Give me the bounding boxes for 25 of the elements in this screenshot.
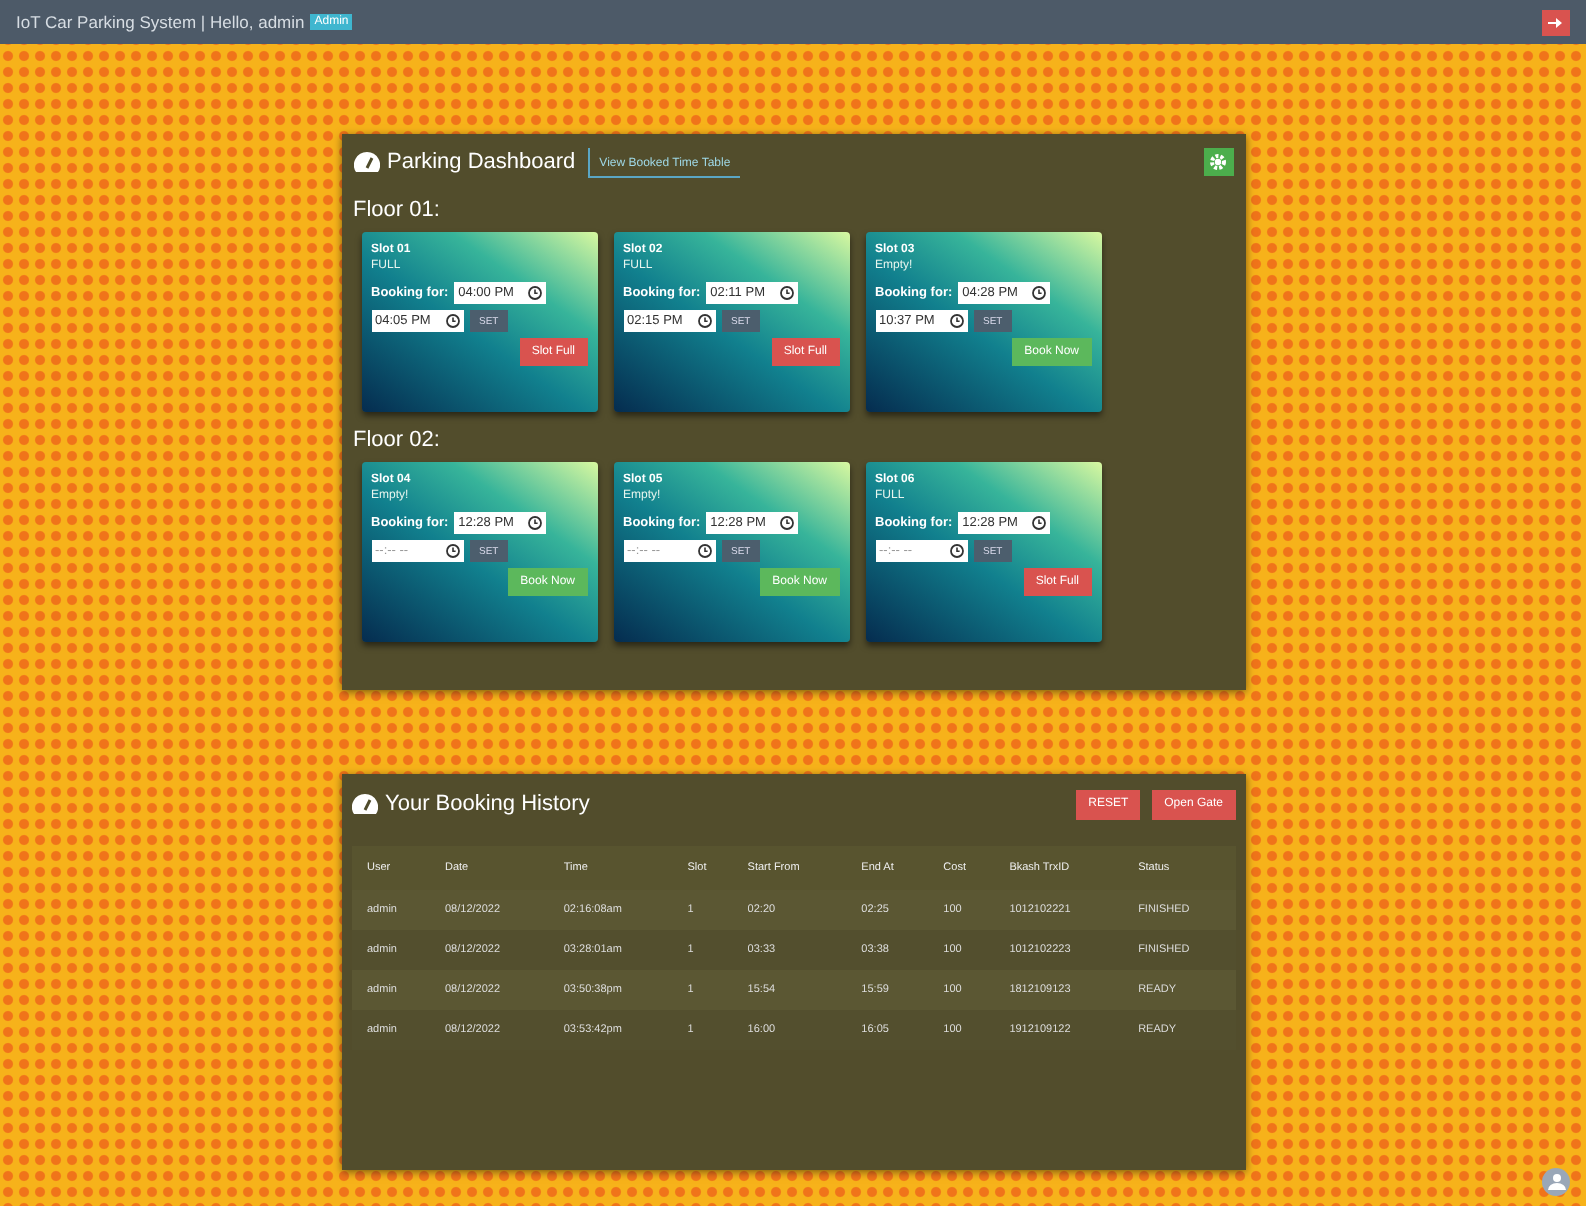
panel-title: Your Booking History: [385, 792, 590, 816]
clock-icon: [445, 314, 459, 328]
logout-button[interactable]: [1542, 9, 1570, 35]
clock-icon: [528, 286, 543, 300]
clock-icon: [780, 286, 795, 300]
user-icon: [1547, 1174, 1565, 1190]
settings-button[interactable]: [1203, 148, 1233, 176]
clock-icon: [949, 314, 963, 328]
floor-title: Floor 02:: [353, 428, 442, 452]
clock-icon: [949, 544, 963, 558]
clock-icon: [697, 544, 711, 558]
clock-icon: [528, 516, 543, 530]
clock-icon: [697, 314, 711, 328]
floor-title: Floor 01:: [353, 198, 442, 222]
app-title: IoT Car Parking System | Hello, admin: [16, 12, 305, 32]
sign-out-icon: [1548, 15, 1564, 29]
clock-icon: [1032, 516, 1047, 530]
clock-icon: [780, 516, 795, 530]
chat-button[interactable]: [1542, 1168, 1570, 1196]
clock-icon: [1032, 286, 1047, 300]
panel-title: Parking Dashboard: [387, 150, 576, 174]
settings-icon: [1210, 154, 1226, 170]
dashboard-icon: [353, 151, 379, 173]
dashboard-icon: [351, 793, 377, 815]
clock-icon: [445, 544, 459, 558]
